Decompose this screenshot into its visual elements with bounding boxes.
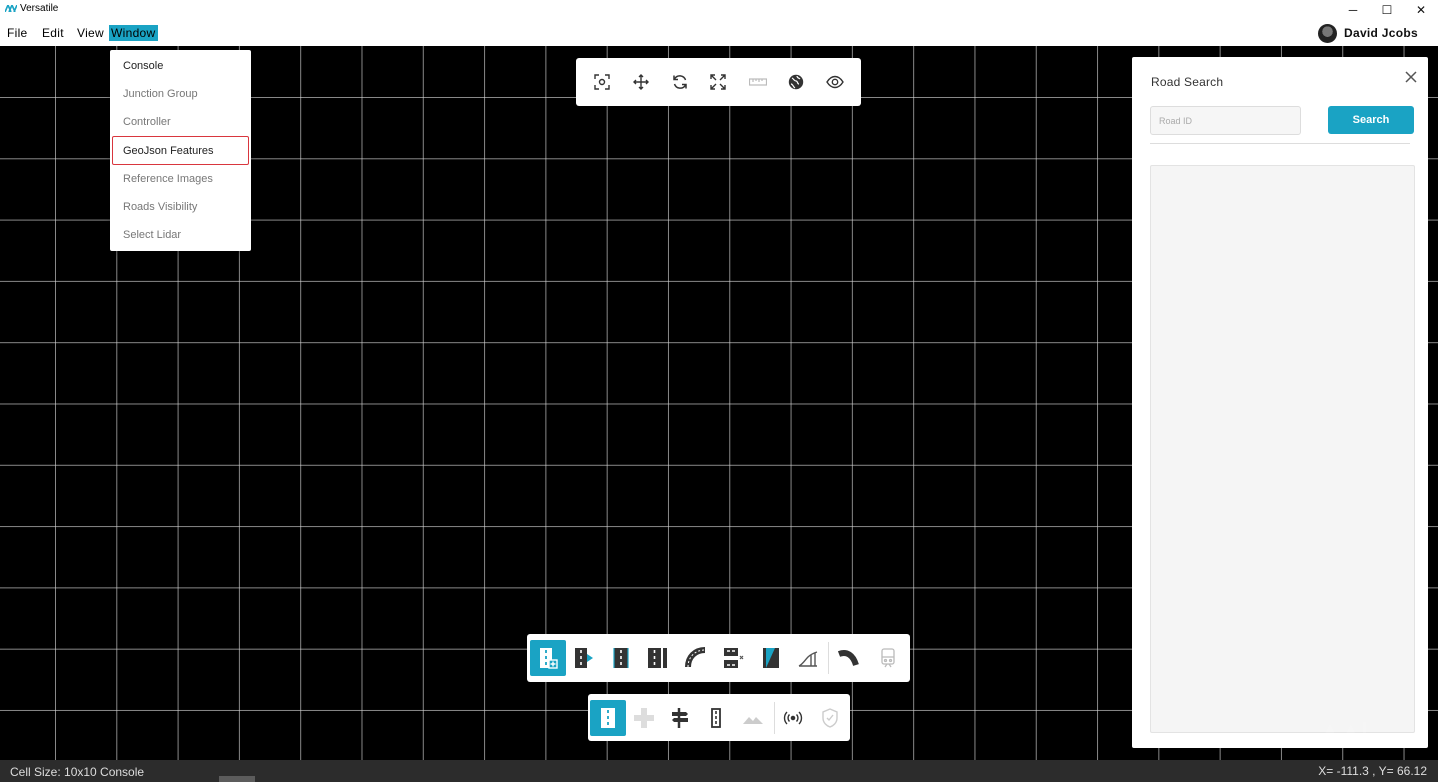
- road-extend-icon[interactable]: [566, 640, 602, 676]
- junction-cross-icon[interactable]: [626, 700, 662, 736]
- minimize-button[interactable]: ─: [1336, 0, 1370, 19]
- status-coordinates: X= -111.3 , Y= 66.12: [1318, 764, 1427, 778]
- lane-icon[interactable]: [590, 700, 626, 736]
- menu-file[interactable]: File: [5, 25, 30, 41]
- app-logo-icon: [5, 5, 17, 12]
- close-window-button[interactable]: ✕: [1404, 0, 1438, 19]
- user-profile[interactable]: David Jcobs: [1318, 23, 1418, 43]
- title-bar: Versatile ─ ☐ ✕: [0, 0, 1438, 19]
- menu-edit[interactable]: Edit: [40, 25, 66, 41]
- curve-road-icon[interactable]: [678, 640, 714, 676]
- road-lane-icon[interactable]: [603, 640, 639, 676]
- road-id-input[interactable]: [1150, 106, 1301, 135]
- lane-tools-toolbar: [588, 694, 850, 741]
- scale-icon[interactable]: [706, 70, 730, 94]
- arc-road-icon[interactable]: [830, 640, 866, 676]
- user-name: David Jcobs: [1344, 26, 1418, 40]
- globe-icon[interactable]: [784, 70, 808, 94]
- search-button[interactable]: Search: [1328, 106, 1414, 134]
- avatar[interactable]: [1318, 23, 1337, 43]
- close-icon[interactable]: [1403, 69, 1419, 85]
- search-results-list[interactable]: [1150, 165, 1415, 733]
- maximize-button[interactable]: ☐: [1370, 0, 1404, 19]
- road-split-icon[interactable]: [640, 640, 676, 676]
- elevation-icon[interactable]: [790, 640, 826, 676]
- terrain-icon[interactable]: [735, 700, 771, 736]
- ruler-icon[interactable]: [746, 70, 770, 94]
- app-title: Versatile: [20, 3, 59, 14]
- toolbar-separator: [828, 642, 829, 674]
- menu-item-junction-group[interactable]: Junction Group: [110, 80, 251, 108]
- menu-item-controller[interactable]: Controller: [110, 108, 251, 136]
- rotate-icon[interactable]: [668, 70, 692, 94]
- lane-marking-icon[interactable]: [698, 700, 734, 736]
- panel-title: Road Search: [1151, 75, 1224, 89]
- train-icon[interactable]: [870, 640, 906, 676]
- road-tools-toolbar: [527, 634, 910, 682]
- shield-check-icon[interactable]: [812, 700, 848, 736]
- road-texture-icon[interactable]: [753, 640, 789, 676]
- menu-view[interactable]: View: [75, 25, 106, 41]
- add-road-icon[interactable]: [530, 640, 566, 676]
- focus-icon[interactable]: [590, 70, 614, 94]
- road-junction-icon[interactable]: [716, 640, 752, 676]
- status-cell-size: Cell Size: 10x10 Console: [10, 765, 145, 779]
- status-bar: Cell Size: 10x10 Console X= -111.3 , Y= …: [0, 760, 1438, 782]
- watermark: ▲▲I: [1320, 719, 1369, 741]
- menu-item-console[interactable]: Console: [110, 52, 251, 80]
- menu-bar: File Edit View Window David Jcobs: [0, 19, 1438, 46]
- view-toolbar: [576, 58, 861, 106]
- menu-item-select-lidar[interactable]: Select Lidar: [110, 221, 251, 249]
- divider: [1150, 143, 1410, 144]
- scroll-handle[interactable]: [219, 776, 255, 782]
- move-icon[interactable]: [629, 70, 653, 94]
- menu-item-roads-visibility[interactable]: Roads Visibility: [110, 193, 251, 221]
- signal-icon[interactable]: [775, 700, 811, 736]
- signpost-icon[interactable]: [662, 700, 698, 736]
- menu-window[interactable]: Window: [109, 25, 158, 41]
- window-dropdown-menu: Console Junction Group Controller GeoJso…: [110, 50, 251, 251]
- highlight-box: [112, 136, 249, 165]
- road-search-panel: Road Search Search: [1132, 57, 1428, 748]
- menu-item-reference-images[interactable]: Reference Images: [110, 165, 251, 193]
- eye-icon[interactable]: [823, 70, 847, 94]
